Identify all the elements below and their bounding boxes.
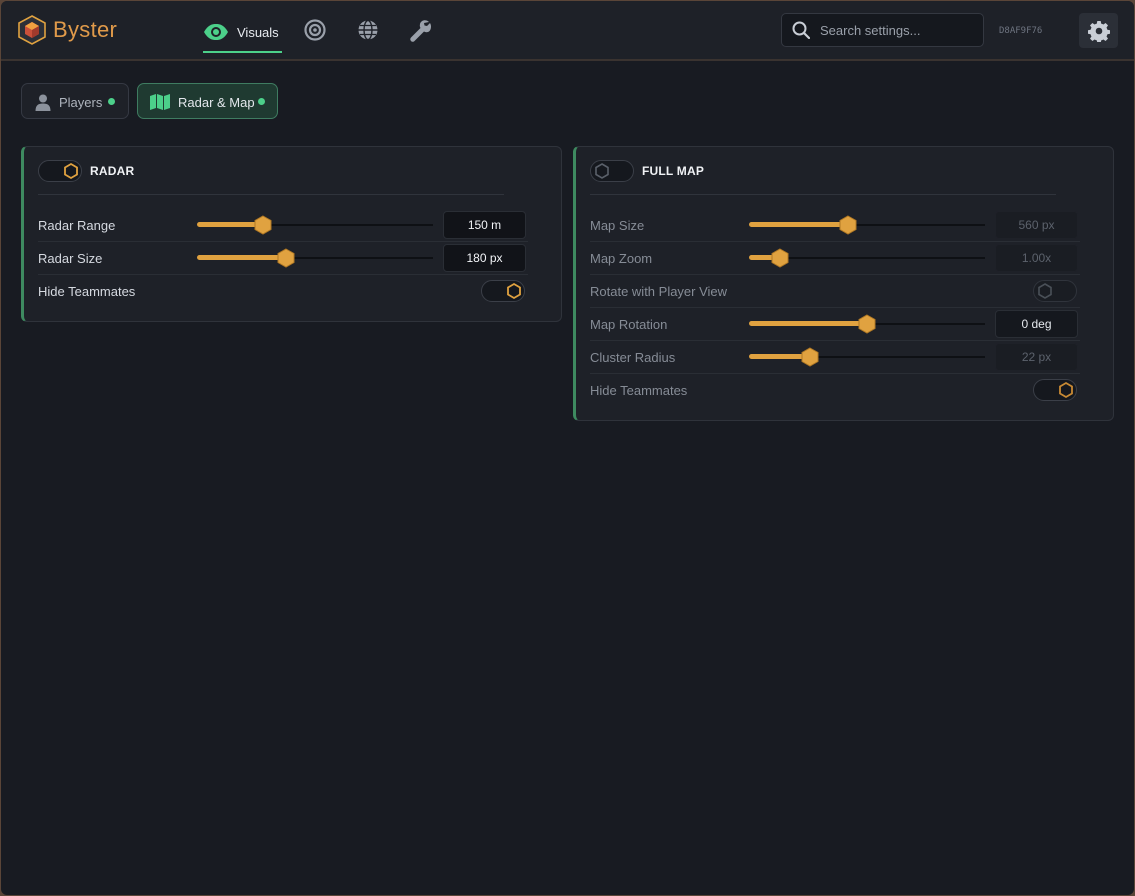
target-icon[interactable] [304,19,326,41]
setting-label: Cluster Radius [590,350,676,365]
radar-panel: RADAR Radar Range 150 m Radar Size 180 p… [21,146,562,322]
slider-thumb-hex-icon[interactable] [858,314,876,334]
slider-thumb-hex-icon[interactable] [771,248,789,268]
hwid-label: D8AF9F76 [999,26,1043,36]
search-input[interactable] [818,21,982,39]
setting-row-map-zoom: Map Zoom 1.00x [590,242,1080,275]
map-zoom-value[interactable]: 1.00x [995,244,1078,272]
divider [590,194,1056,195]
setting-label: Radar Range [38,218,116,233]
map-icon [150,94,170,110]
user-icon [35,94,51,111]
setting-label: Hide Teammates [590,383,688,398]
app-window: Byster Visuals Search settings... D8AF9F… [1,1,1134,895]
setting-row-hide-teammates: Hide Teammates [590,374,1080,406]
slider-thumb-hex-icon[interactable] [839,215,857,235]
hexagon-knob-icon [1038,283,1052,299]
globe-icon[interactable] [357,19,379,41]
divider [38,194,504,195]
slider-thumb-hex-icon[interactable] [254,215,272,235]
rotate-with-view-toggle[interactable] [1033,280,1077,302]
tab-visuals[interactable]: Visuals [203,13,282,53]
active-dot [258,98,265,105]
active-dot [108,98,115,105]
hexagon-knob-icon [1059,381,1073,399]
tab-visuals-label: Visuals [237,24,279,40]
setting-label: Map Rotation [590,317,668,332]
setting-row-radar-range: Radar Range 150 m [38,209,528,242]
setting-label: Hide Teammates [38,284,136,299]
setting-row-rotate-with-view: Rotate with Player View [590,275,1080,308]
slider-fill [749,321,867,326]
subtab-players-label: Players [59,95,103,110]
setting-label: Map Size [590,218,645,233]
setting-label: Rotate with Player View [590,284,728,299]
slider-thumb-hex-icon[interactable] [277,248,295,268]
full-map-panel: FULL MAP Map Size 560 px Map Zoom 1.00x [573,146,1114,421]
radar-title: RADAR [90,164,135,178]
cluster-radius-value[interactable]: 22 px [995,343,1078,371]
subtab-radar-map[interactable]: Radar & Map [137,83,278,119]
map-zoom-slider[interactable] [749,248,985,268]
setting-row-map-size: Map Size 560 px [590,209,1080,242]
setting-label: Radar Size [38,251,103,266]
subtab-players[interactable]: Players [21,83,129,119]
byster-logo-icon [18,15,46,45]
slider-thumb-hex-icon[interactable] [801,347,819,367]
wrench-icon[interactable] [409,19,432,42]
setting-row-map-rotation: Map Rotation 0 deg [590,308,1080,341]
gear-icon [1087,20,1110,42]
settings-button[interactable] [1079,13,1118,48]
cluster-radius-slider[interactable] [749,347,985,367]
subtab-radar-map-label: Radar & Map [178,95,255,110]
radar-size-value[interactable]: 180 px [443,244,526,272]
hexagon-knob-icon [64,162,78,180]
hexagon-knob-icon [595,163,609,179]
search-box[interactable] [781,13,984,47]
search-icon [792,21,810,39]
top-bar: Byster Visuals Search settings... D8AF9F… [1,1,1134,61]
setting-row-hide-teammates: Hide Teammates [38,275,528,307]
setting-row-radar-size: Radar Size 180 px [38,242,528,275]
setting-row-cluster-radius: Cluster Radius 22 px [590,341,1080,374]
map-size-slider[interactable] [749,215,985,235]
hexagon-knob-icon [507,282,521,300]
radar-range-value[interactable]: 150 m [443,211,526,239]
setting-label: Map Zoom [590,251,653,266]
full-map-title: FULL MAP [642,164,705,178]
radar-enable-toggle[interactable] [38,160,82,182]
map-size-value[interactable]: 560 px [995,211,1078,239]
full-map-enable-toggle[interactable] [590,160,634,182]
map-hide-teammates-toggle[interactable] [1033,379,1077,401]
brand-name: Byster [53,17,118,42]
eye-icon [204,24,228,40]
slider-fill [749,222,849,227]
radar-hide-teammates-toggle[interactable] [481,280,525,302]
radar-size-slider[interactable] [197,248,433,268]
map-rotation-slider[interactable] [749,314,985,334]
slider-fill [197,255,286,260]
map-rotation-value[interactable]: 0 deg [995,310,1078,338]
radar-range-slider[interactable] [197,215,433,235]
